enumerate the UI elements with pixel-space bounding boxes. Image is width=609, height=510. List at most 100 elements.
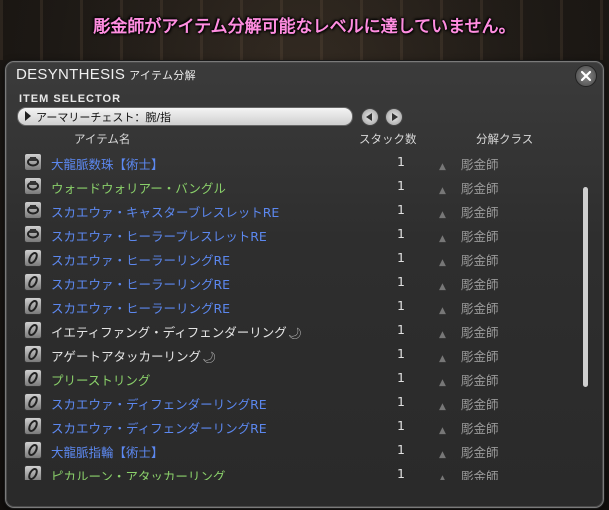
item-name: スカエウァ・ディフェンダーリングRE: [51, 421, 267, 436]
list-scrollbar[interactable]: [583, 187, 588, 387]
dropdown-arrow-icon: [25, 111, 31, 121]
item-stack: 1: [397, 418, 405, 433]
table-row[interactable]: アゲートアタッカーリング🌙︎ 1 ▲ 彫金師: [17, 342, 591, 366]
goldsmith-class-icon: ▲: [439, 282, 446, 292]
item-name: ウォードウォリアー・バングル: [51, 181, 226, 196]
window-title-text: DESYNTHESIS: [16, 66, 126, 83]
item-stack: 1: [397, 370, 405, 385]
close-button[interactable]: [575, 65, 597, 87]
item-name: 大龍脈数珠【術士】: [51, 157, 164, 172]
table-row[interactable]: ピカルーン・アタッカーリング 1 ▲ 彫金師: [17, 462, 591, 480]
item-stack: 1: [397, 394, 405, 409]
item-name: 大龍脈指輪【術士】: [51, 445, 164, 460]
item-class: ▲ 彫金師: [439, 301, 499, 316]
item-class: ▲ 彫金師: [439, 373, 499, 388]
goldsmith-class-icon: ▲: [439, 450, 446, 460]
column-header-stack[interactable]: スタック数: [359, 131, 417, 147]
bracelet-icon: [24, 201, 42, 219]
goldsmith-class-icon: ▲: [439, 402, 446, 412]
table-row[interactable]: スカエウァ・ディフェンダーリングRE 1 ▲ 彫金師: [17, 414, 591, 438]
desynthesis-window: DESYNTHESIS アイテム分解 ITEM SELECTOR アーマリーチェス…: [5, 61, 604, 508]
goldsmith-class-icon: ▲: [439, 306, 446, 316]
table-row[interactable]: 大龍脈指輪【術士】 1 ▲ 彫金師: [17, 438, 591, 462]
item-stack: 1: [397, 226, 405, 241]
category-dropdown[interactable]: アーマリーチェスト：腕/指: [17, 107, 353, 126]
item-stack: 1: [397, 298, 405, 313]
goldsmith-class-icon: ▲: [439, 426, 446, 436]
item-name: スカエウァ・キャスターブレスレットRE: [51, 205, 280, 220]
item-class: ▲ 彫金師: [439, 277, 499, 292]
dropdown-value: アーマリーチェスト：腕/指: [36, 111, 172, 124]
table-row[interactable]: イエティファング・ディフェンダーリング🌙︎ 1 ▲ 彫金師: [17, 318, 591, 342]
item-name: スカエウァ・ヒーラーブレスレットRE: [51, 229, 267, 244]
item-class: ▲ 彫金師: [439, 325, 499, 340]
column-header-name[interactable]: アイテム名: [74, 131, 130, 147]
arrow-right-icon: [392, 113, 398, 121]
next-category-button[interactable]: [385, 108, 403, 126]
column-header-class[interactable]: 分解クラス: [476, 131, 533, 147]
item-stack: 1: [397, 154, 405, 169]
goldsmith-class-icon: ▲: [439, 474, 446, 480]
ring-icon: [24, 441, 42, 459]
item-name: スカエウァ・ディフェンダーリングRE: [51, 397, 267, 412]
item-selector-label: ITEM SELECTOR: [19, 93, 122, 105]
ring-icon: [24, 273, 42, 291]
item-stack: 1: [397, 466, 405, 480]
table-row[interactable]: ウォードウォリアー・バングル 1 ▲ 彫金師: [17, 174, 591, 198]
item-name: プリーストリング: [51, 373, 151, 388]
item-class: ▲ 彫金師: [439, 349, 499, 364]
item-stack: 1: [397, 250, 405, 265]
window-title: DESYNTHESIS アイテム分解: [16, 66, 196, 83]
item-class: ▲ 彫金師: [439, 253, 499, 268]
table-row[interactable]: 大龍脈数珠【術士】 1 ▲ 彫金師: [17, 150, 591, 174]
hq-icon: 🌙︎: [287, 327, 302, 340]
arrow-left-icon: [366, 113, 372, 121]
error-notice: 彫金師がアイテム分解可能なレベルに達していません。: [93, 17, 516, 37]
item-class: ▲ 彫金師: [439, 466, 499, 480]
table-row[interactable]: スカエウァ・ヒーラーリングRE 1 ▲ 彫金師: [17, 294, 591, 318]
goldsmith-class-icon: ▲: [439, 186, 446, 196]
ring-icon: [24, 345, 42, 363]
bracelet-icon: [24, 177, 42, 195]
item-name: イエティファング・ディフェンダーリング🌙︎: [51, 325, 302, 340]
goldsmith-class-icon: ▲: [439, 258, 446, 268]
goldsmith-class-icon: ▲: [439, 162, 446, 172]
prev-category-button[interactable]: [361, 108, 379, 126]
item-name: アゲートアタッカーリング🌙︎: [51, 349, 216, 364]
table-row[interactable]: スカエウァ・ディフェンダーリングRE 1 ▲ 彫金師: [17, 390, 591, 414]
goldsmith-class-icon: ▲: [439, 210, 446, 220]
table-row[interactable]: スカエウァ・キャスターブレスレットRE 1 ▲ 彫金師: [17, 198, 591, 222]
close-icon: [580, 70, 592, 82]
item-name: ピカルーン・アタッカーリング: [51, 469, 226, 480]
table-row[interactable]: スカエウァ・ヒーラーリングRE 1 ▲ 彫金師: [17, 270, 591, 294]
ring-icon: [24, 417, 42, 435]
bracelet-icon: [24, 225, 42, 243]
item-stack: 1: [397, 322, 405, 337]
ring-icon: [24, 369, 42, 387]
item-stack: 1: [397, 346, 405, 361]
item-class: ▲ 彫金師: [439, 445, 499, 460]
goldsmith-class-icon: ▲: [439, 378, 446, 388]
item-class: ▲ 彫金師: [439, 181, 499, 196]
table-row[interactable]: プリーストリング 1 ▲ 彫金師: [17, 366, 591, 390]
ring-icon: [24, 321, 42, 339]
window-subtitle: アイテム分解: [129, 70, 196, 82]
hq-icon: 🌙︎: [202, 351, 216, 364]
item-class: ▲ 彫金師: [439, 205, 499, 220]
goldsmith-class-icon: ▲: [439, 354, 446, 364]
item-class: ▲ 彫金師: [439, 421, 499, 436]
item-stack: 1: [397, 178, 405, 193]
item-name: スカエウァ・ヒーラーリングRE: [51, 277, 231, 292]
item-list: 大龍脈数珠【術士】 1 ▲ 彫金師 ウォードウォリアー・バングル 1 ▲ 彫金師 スカエウァ・キ…: [17, 150, 591, 480]
ring-icon: [24, 297, 42, 315]
item-class: ▲ 彫金師: [439, 229, 499, 244]
item-class: ▲ 彫金師: [439, 397, 499, 412]
item-name: スカエウァ・ヒーラーリングRE: [51, 301, 231, 316]
ring-icon: [24, 249, 42, 267]
item-name: スカエウァ・ヒーラーリングRE: [51, 253, 231, 268]
table-row[interactable]: スカエウァ・ヒーラーリングRE 1 ▲ 彫金師: [17, 246, 591, 270]
item-stack: 1: [397, 442, 405, 457]
table-row[interactable]: スカエウァ・ヒーラーブレスレットRE 1 ▲ 彫金師: [17, 222, 591, 246]
goldsmith-class-icon: ▲: [439, 330, 446, 340]
item-stack: 1: [397, 274, 405, 289]
